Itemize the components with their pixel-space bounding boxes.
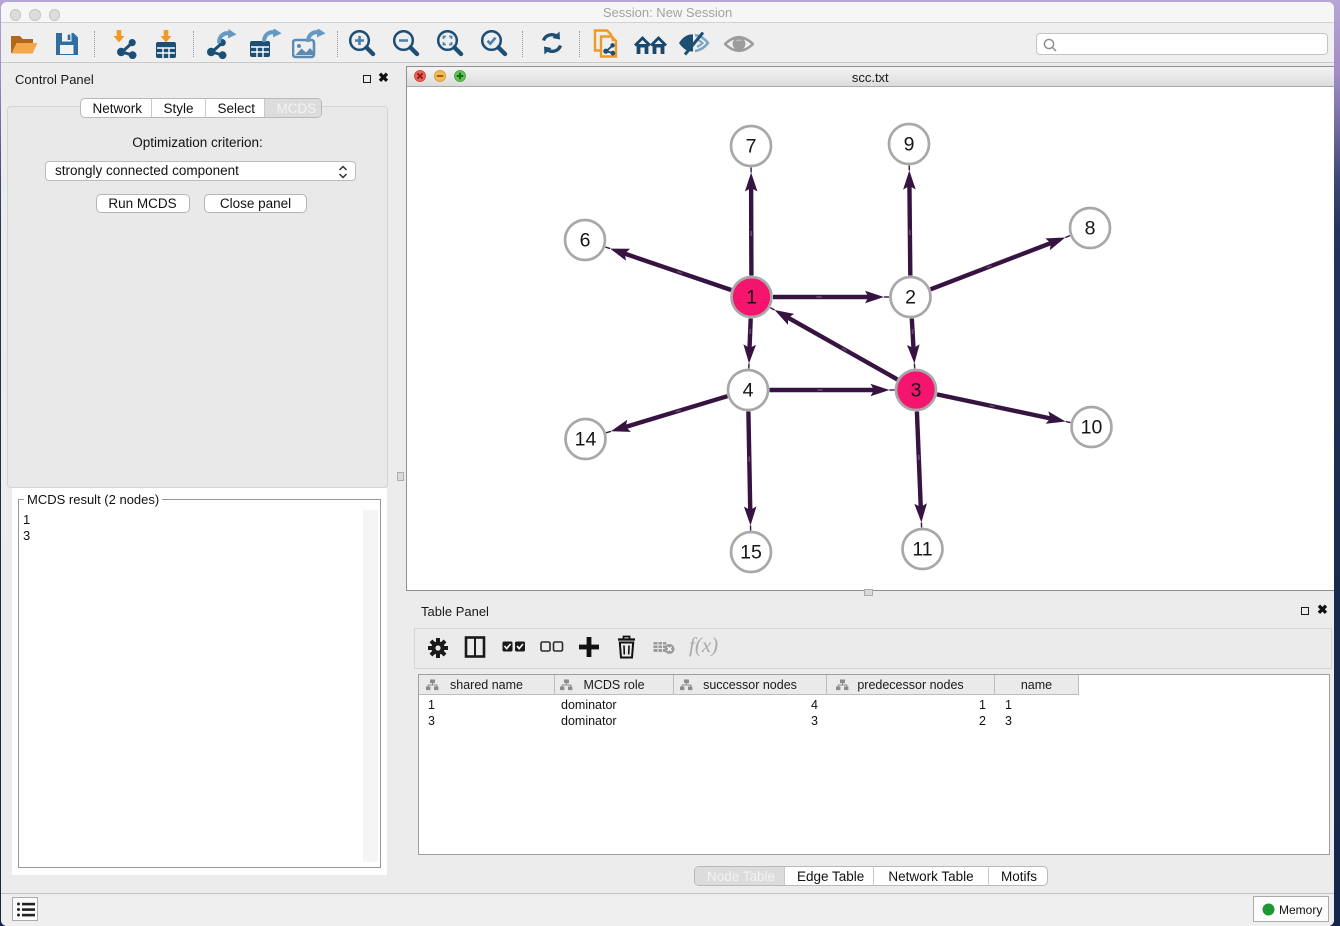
svg-text:9: 9 — [904, 134, 915, 156]
svg-text:15: 15 — [740, 542, 762, 564]
svg-text:3: 3 — [911, 380, 922, 402]
svg-text:14: 14 — [575, 429, 597, 451]
svg-text:6: 6 — [580, 230, 591, 252]
svg-text:4: 4 — [743, 380, 754, 402]
svg-text:2: 2 — [905, 287, 916, 309]
svg-text:8: 8 — [1085, 218, 1096, 240]
svg-text:1: 1 — [746, 287, 757, 309]
svg-text:10: 10 — [1081, 417, 1103, 439]
svg-text:11: 11 — [912, 539, 932, 561]
svg-text:7: 7 — [746, 136, 757, 158]
